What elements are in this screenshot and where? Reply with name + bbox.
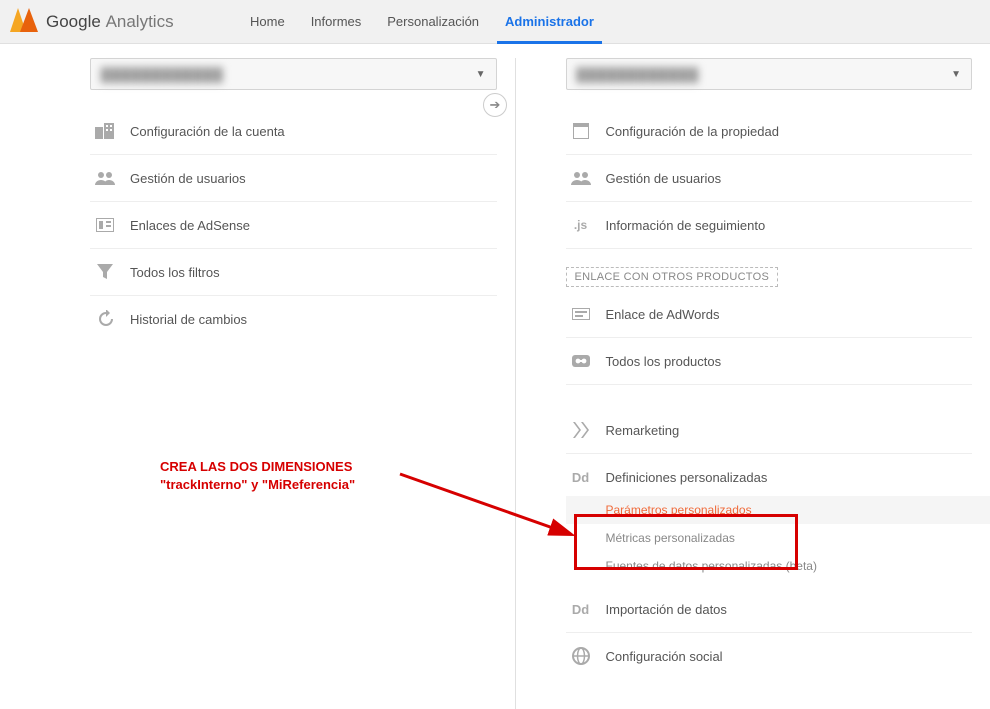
menu-item-custom-definitions[interactable]: Dd Definiciones personalizadas — [566, 454, 973, 500]
dd-icon: Dd — [570, 599, 592, 619]
menu-item-history[interactable]: Historial de cambios — [90, 296, 497, 342]
section-header-products: ENLACE CON OTROS PRODUCTOS — [566, 267, 779, 287]
sub-item-custom-data-sources[interactable]: Fuentes de datos personalizadas (beta) — [606, 552, 973, 580]
chevron-down-icon: ▼ — [476, 69, 486, 80]
building-icon — [94, 121, 116, 141]
funnel-icon — [94, 262, 116, 282]
menu-item-account-settings[interactable]: Configuración de la cuenta — [90, 108, 497, 155]
admin-content: CREA LAS DOS DIMENSIONES "trackInterno" … — [0, 44, 990, 709]
menu-item-tracking-info[interactable]: .js Información de seguimiento — [566, 202, 973, 249]
menu-item-adsense[interactable]: Enlaces de AdSense — [90, 202, 497, 249]
property-dropdown-value: ████████████ — [577, 67, 700, 82]
sub-item-custom-dimensions[interactable]: Parámetros personalizados — [566, 496, 990, 524]
page-icon — [570, 121, 592, 141]
menu-item-remarketing[interactable]: Remarketing — [566, 407, 973, 454]
account-dropdown-value: ████████████ — [101, 67, 224, 82]
arrow-right-icon: ➔ — [490, 97, 501, 113]
nav-tabs: Home Informes Personalización Administra… — [250, 0, 594, 44]
account-column: ████████████ ▼ Configuración de la cuent… — [0, 58, 515, 709]
tab-home[interactable]: Home — [250, 0, 285, 44]
annotation-arrow-icon — [395, 459, 595, 559]
menu-item-adwords[interactable]: Enlace de AdWords — [566, 291, 973, 338]
menu-label: Definiciones personalizadas — [606, 470, 768, 485]
tab-informes[interactable]: Informes — [311, 0, 362, 44]
menu-label: Gestión de usuarios — [130, 171, 246, 186]
menu-item-property-settings[interactable]: Configuración de la propiedad — [566, 108, 973, 155]
topbar: Google Analytics Home Informes Personali… — [0, 0, 990, 44]
menu-label: Configuración social — [606, 649, 723, 664]
menu-label: Enlace de AdWords — [606, 307, 720, 322]
annotation-text: CREA LAS DOS DIMENSIONES "trackInterno" … — [160, 458, 355, 494]
tab-personalizacion[interactable]: Personalización — [387, 0, 479, 44]
tab-administrador[interactable]: Administrador — [505, 0, 594, 44]
users-icon — [94, 168, 116, 188]
menu-label: Configuración de la cuenta — [130, 124, 285, 139]
menu-item-data-import[interactable]: Dd Importación de datos — [566, 586, 973, 633]
account-dropdown[interactable]: ████████████ ▼ — [90, 58, 497, 90]
menu-label: Todos los productos — [606, 354, 722, 369]
remarketing-icon — [570, 420, 592, 440]
menu-label: Remarketing — [606, 423, 680, 438]
menu-label: Todos los filtros — [130, 265, 220, 280]
menu-label: Información de seguimiento — [606, 218, 766, 233]
menu-label: Enlaces de AdSense — [130, 218, 250, 233]
history-icon — [94, 309, 116, 329]
ga-logo-icon — [10, 8, 38, 35]
menu-label: Historial de cambios — [130, 312, 247, 327]
menu-item-social-config[interactable]: Configuración social — [566, 633, 973, 679]
logo-text-bold: Google — [46, 12, 101, 31]
users-icon — [570, 168, 592, 188]
property-column: ████████████ ▼ Configuración de la propi… — [516, 58, 990, 709]
card-icon — [570, 304, 592, 324]
menu-label: Configuración de la propiedad — [606, 124, 779, 139]
ga-logo: Google Analytics — [10, 8, 210, 35]
menu-item-user-management[interactable]: Gestión de usuarios — [90, 155, 497, 202]
sub-item-custom-metrics[interactable]: Métricas personalizadas — [606, 524, 973, 552]
menu-label: Gestión de usuarios — [606, 171, 722, 186]
annotation-line1: CREA LAS DOS DIMENSIONES — [160, 458, 355, 476]
logo-text-thin: Analytics — [106, 12, 174, 31]
annotation-line2: "trackInterno" y "MiReferencia" — [160, 476, 355, 494]
link-icon — [570, 351, 592, 371]
move-right-button[interactable]: ➔ — [483, 93, 507, 117]
menu-label: Importación de datos — [606, 602, 727, 617]
adsense-icon — [94, 215, 116, 235]
menu-item-all-products[interactable]: Todos los productos — [566, 338, 973, 385]
js-icon: .js — [570, 215, 592, 235]
property-dropdown[interactable]: ████████████ ▼ — [566, 58, 973, 90]
custom-definitions-sublist: Parámetros personalizados Métricas perso… — [566, 496, 973, 580]
menu-item-user-management-property[interactable]: Gestión de usuarios — [566, 155, 973, 202]
menu-item-filters[interactable]: Todos los filtros — [90, 249, 497, 296]
globe-icon — [570, 646, 592, 666]
chevron-down-icon: ▼ — [951, 69, 961, 80]
